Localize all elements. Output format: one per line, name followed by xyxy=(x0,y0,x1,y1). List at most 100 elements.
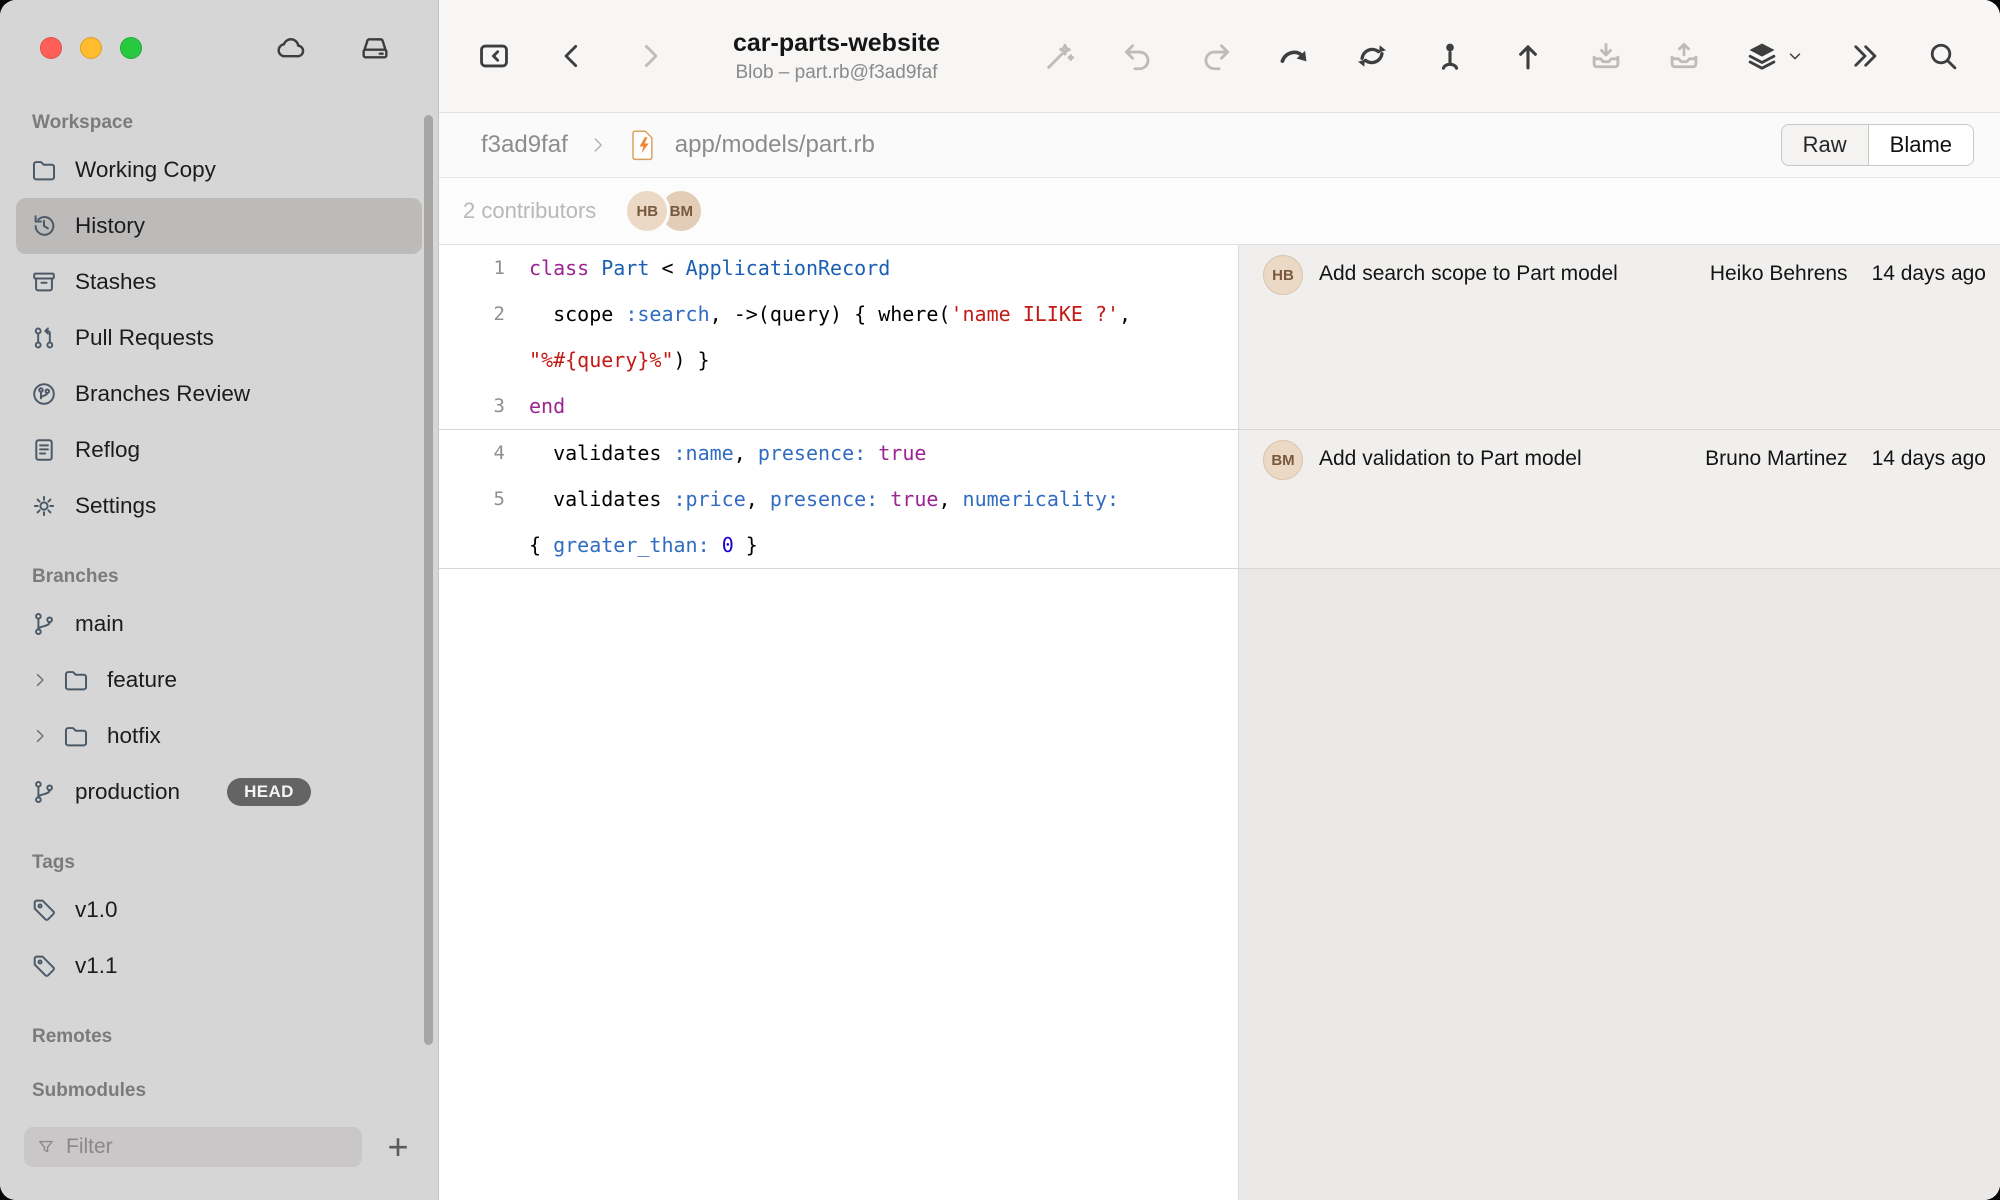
branches-review-icon xyxy=(30,380,58,408)
sidebar-item-label: v1.0 xyxy=(75,897,118,923)
sidebar-item-hotfix[interactable]: hotfix xyxy=(16,708,422,764)
redo-icon[interactable] xyxy=(1199,39,1233,73)
sidebar-item-label: production xyxy=(75,779,180,805)
blame-view: 1class Part < ApplicationRecord2 scope :… xyxy=(439,245,2000,1200)
sidebar-item-history[interactable]: History xyxy=(16,198,422,254)
sidebar-item-label: Stashes xyxy=(75,269,156,295)
code-text: validates :name, presence: true xyxy=(529,441,926,465)
minimize-window-button[interactable] xyxy=(80,37,102,59)
cloud-icon[interactable] xyxy=(272,31,310,65)
file-path: app/models/part.rb xyxy=(675,131,875,159)
add-repository-button[interactable]: + xyxy=(380,1127,416,1167)
code-line: 1class Part < ApplicationRecord xyxy=(439,245,1238,291)
folder-icon xyxy=(62,722,90,750)
sidebar-item-working-copy[interactable]: Working Copy xyxy=(16,142,422,198)
gear-icon xyxy=(30,492,58,520)
sidebar-item-v1-1[interactable]: v1.1 xyxy=(16,938,422,994)
pull-request-icon xyxy=(30,324,58,352)
window-title-block: car-parts-website Blob – part.rb@f3ad9fa… xyxy=(733,29,940,84)
fetch-icon[interactable] xyxy=(1355,39,1389,73)
close-window-button[interactable] xyxy=(40,37,62,59)
chevron-down-icon[interactable] xyxy=(1786,47,1804,65)
commit-hash[interactable]: f3ad9faf xyxy=(481,131,568,159)
sidebar-section-title-branches: Branches xyxy=(32,566,406,588)
chevron-right-icon[interactable] xyxy=(30,670,50,690)
toggle-panel-icon[interactable] xyxy=(477,39,511,73)
sidebar-item-main[interactable]: main xyxy=(16,596,422,652)
pop-tray-icon[interactable] xyxy=(1667,39,1701,73)
line-number: 3 xyxy=(439,395,529,417)
stash-tray-icon[interactable] xyxy=(1589,39,1623,73)
layers-icon[interactable] xyxy=(1745,39,1779,73)
code-line: { greater_than: 0 } xyxy=(439,522,1238,568)
commit-message: Add validation to Part model xyxy=(1319,439,1582,471)
zoom-window-button[interactable] xyxy=(120,37,142,59)
sidebar-item-pull-requests[interactable]: Pull Requests xyxy=(16,310,422,366)
repository-title: car-parts-website xyxy=(733,29,940,58)
raw-button[interactable]: Raw xyxy=(1782,125,1868,165)
tag-icon xyxy=(30,896,58,924)
line-number: 1 xyxy=(439,257,529,279)
commit-message: Add search scope to Part model xyxy=(1319,254,1618,286)
contributor-avatars: HBBM xyxy=(624,188,704,234)
pull-icon[interactable] xyxy=(1277,39,1311,73)
code-text: scope :search, ->(query) { where('name I… xyxy=(529,302,1131,326)
sidebar-item-settings[interactable]: Settings xyxy=(16,478,422,534)
author-avatar: BM xyxy=(1263,440,1303,480)
local-repositories-icon[interactable] xyxy=(356,31,394,65)
code-text: { greater_than: 0 } xyxy=(529,533,758,557)
forward-icon[interactable] xyxy=(633,39,667,73)
sidebar-item-v1-0[interactable]: v1.0 xyxy=(16,882,422,938)
contributor-avatar[interactable]: HB xyxy=(624,188,670,234)
sidebar-nav: WorkspaceWorking CopyHistoryStashesPull … xyxy=(0,96,438,1110)
branch-icon xyxy=(30,778,58,806)
code-block: 1class Part < ApplicationRecord2 scope :… xyxy=(439,245,1238,429)
history-icon xyxy=(30,212,58,240)
reflog-icon xyxy=(30,436,58,464)
sidebar-item-feature[interactable]: feature xyxy=(16,652,422,708)
line-number: 2 xyxy=(439,303,529,325)
tag-icon xyxy=(30,952,58,980)
sidebar-item-label: Reflog xyxy=(75,437,140,463)
quick-launch-icon[interactable] xyxy=(1043,39,1077,73)
back-icon[interactable] xyxy=(555,39,589,73)
commit-author: Heiko Behrens xyxy=(1710,262,1848,286)
code-text: class Part < ApplicationRecord xyxy=(529,256,890,280)
sidebar-scrollbar[interactable] xyxy=(424,115,433,1045)
sidebar-item-branches-review[interactable]: Branches Review xyxy=(16,366,422,422)
line-number: 5 xyxy=(439,488,529,510)
window-controls xyxy=(40,37,142,59)
code-text: validates :price, presence: true, numeri… xyxy=(529,487,1119,511)
chevron-right-icon[interactable] xyxy=(30,726,50,746)
undo-icon[interactable] xyxy=(1121,39,1155,73)
sidebar-item-reflog[interactable]: Reflog xyxy=(16,422,422,478)
blame-row: 4 validates :name, presence: true5 valid… xyxy=(439,430,2000,569)
sidebar-section-title-tags: Tags xyxy=(32,852,406,874)
search-icon[interactable] xyxy=(1926,39,1960,73)
filter-icon xyxy=(36,1137,56,1157)
toolbar-right-icons xyxy=(1043,39,1960,73)
filter-placeholder: Filter xyxy=(66,1135,113,1159)
sidebar-item-label: Working Copy xyxy=(75,157,216,183)
blame-entry[interactable]: HB Add search scope to Part model Heiko Be… xyxy=(1238,245,2000,429)
sidebar-item-label: feature xyxy=(107,667,177,693)
code-line: 2 scope :search, ->(query) { where('name… xyxy=(439,291,1238,337)
commit-meta: Bruno Martinez14 days ago xyxy=(1705,439,1986,471)
code-area-empty xyxy=(439,569,1238,1200)
code-line: 4 validates :name, presence: true xyxy=(439,430,1238,476)
sidebar: WorkspaceWorking CopyHistoryStashesPull … xyxy=(0,0,439,1200)
blame-button[interactable]: Blame xyxy=(1868,125,1973,165)
author-avatar: HB xyxy=(1263,255,1303,295)
sidebar-item-label: main xyxy=(75,611,124,637)
code-line: 5 validates :price, presence: true, nume… xyxy=(439,476,1238,522)
blame-row: 1class Part < ApplicationRecord2 scope :… xyxy=(439,245,2000,430)
code-line: "%#{query}%") } xyxy=(439,337,1238,383)
push-icon[interactable] xyxy=(1433,39,1467,73)
more-icon[interactable] xyxy=(1848,39,1882,73)
commit-up-icon[interactable] xyxy=(1511,39,1545,73)
filter-input[interactable]: Filter xyxy=(24,1127,362,1167)
sidebar-item-production[interactable]: productionHEAD xyxy=(16,764,422,820)
folder-icon xyxy=(30,156,58,184)
sidebar-item-stashes[interactable]: Stashes xyxy=(16,254,422,310)
blame-entry[interactable]: BM Add validation to Part model Bruno Mart… xyxy=(1238,430,2000,568)
